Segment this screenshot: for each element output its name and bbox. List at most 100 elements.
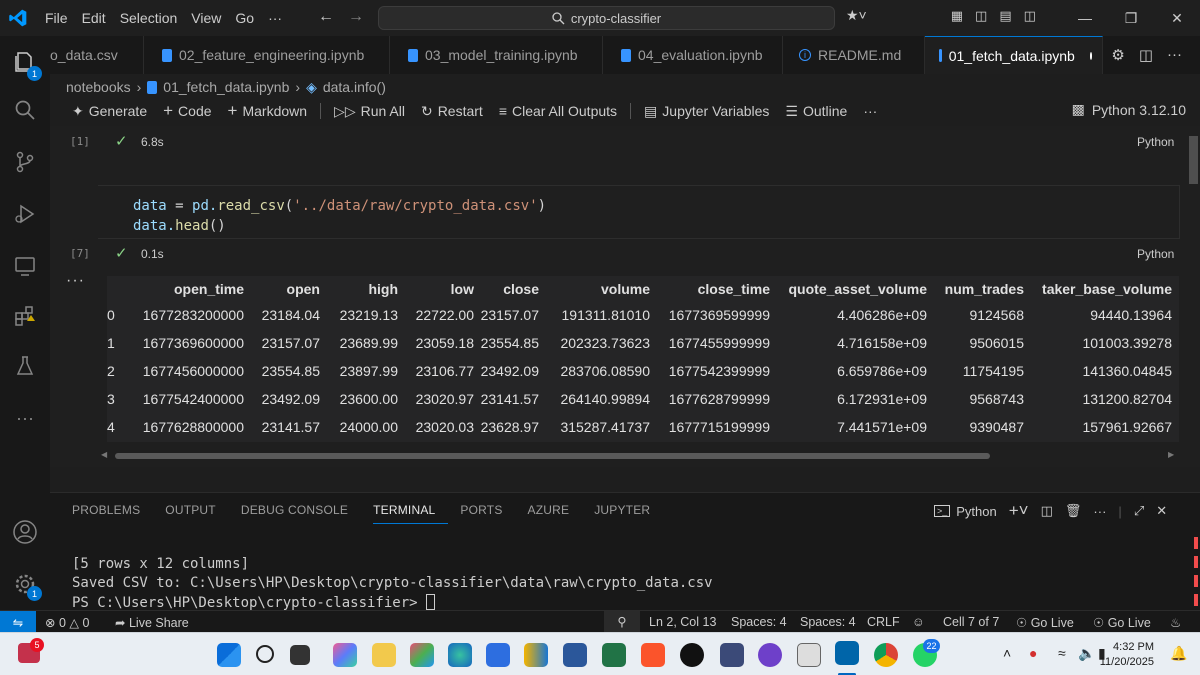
breadcrumb-folder[interactable]: notebooks	[66, 79, 131, 95]
cell-language[interactable]: Python	[1137, 247, 1174, 261]
breadcrumb-file[interactable]: 01_fetch_data.ipynb	[163, 79, 289, 95]
panel-tab-azure[interactable]: AZURE	[528, 503, 583, 524]
edge-browser-icon[interactable]	[448, 643, 472, 667]
toggle-secondary-sidebar-icon[interactable]: ◫	[1024, 8, 1036, 24]
vertical-scroll-thumb[interactable]	[1189, 136, 1198, 184]
jupyter-variables-button[interactable]: ▤ Jupyter Variables	[638, 103, 775, 120]
cell-position[interactable]: Cell 7 of 7	[943, 615, 999, 629]
search-view-icon[interactable]	[0, 90, 50, 130]
back-arrow-icon[interactable]: ←	[318, 8, 334, 26]
notifications-bell-icon[interactable]: ♨	[1170, 615, 1181, 630]
tab-crypto-data-csv[interactable]: o_data.csv	[50, 36, 144, 74]
cell-language[interactable]: Python	[1137, 135, 1174, 149]
system-clock[interactable]: 4:32 PM 11/20/2025	[1100, 640, 1154, 670]
indentation-status-2[interactable]: Spaces: 4	[800, 615, 856, 629]
app-icon[interactable]	[720, 643, 744, 667]
vscode-taskbar-icon[interactable]	[835, 641, 859, 665]
tray-chevron-icon[interactable]: ˄	[1003, 645, 1011, 661]
command-center-search[interactable]: crypto-classifier	[378, 6, 835, 30]
menu-view[interactable]: View	[184, 0, 228, 36]
toolbar-more-button[interactable]: ···	[857, 103, 883, 119]
file-explorer-icon[interactable]	[372, 643, 396, 667]
copilot-status-icon[interactable]: ☺	[912, 615, 925, 629]
panel-tab-problems[interactable]: PROBLEMS	[72, 503, 153, 524]
panel-more-icon[interactable]: ···	[1093, 504, 1106, 519]
github-icon[interactable]	[758, 643, 782, 667]
outline-button[interactable]: ☰ Outline	[779, 103, 853, 120]
problems-status[interactable]: ⊗ 0 △ 0	[45, 615, 89, 630]
code-line-2[interactable]: data.head()	[133, 218, 226, 234]
notification-bell-icon[interactable]: 🔔	[1170, 645, 1187, 662]
tab-model-training[interactable]: 03_model_training.ipynb	[390, 36, 603, 74]
notepad-icon[interactable]	[797, 643, 821, 667]
menu-file[interactable]: File	[38, 0, 75, 36]
restart-button[interactable]: ↻ Restart	[415, 103, 489, 120]
copilot-app-icon[interactable]	[333, 643, 357, 667]
restore-icon[interactable]: ❐	[1108, 0, 1154, 36]
menu-more[interactable]: ···	[261, 0, 289, 36]
terminal-name[interactable]: Python	[956, 504, 996, 519]
more-views-icon[interactable]: ···	[0, 398, 50, 438]
tab-feature-engineering[interactable]: 02_feature_engineering.ipynb	[144, 36, 390, 74]
customize-layout-icon[interactable]: ▦	[951, 8, 963, 24]
remote-explorer-icon[interactable]	[0, 246, 50, 286]
tab-readme[interactable]: i README.md	[783, 36, 925, 74]
close-icon[interactable]: ✕	[1154, 0, 1200, 36]
menu-selection[interactable]: Selection	[113, 0, 185, 36]
wifi-icon[interactable]: ≈	[1058, 645, 1066, 661]
brave-browser-icon[interactable]	[641, 643, 665, 667]
split-editor-icon[interactable]: ◫	[1139, 46, 1153, 64]
go-live-button-2[interactable]: ☉ Go Live	[1093, 615, 1151, 630]
run-debug-icon[interactable]	[0, 194, 50, 234]
explorer-icon[interactable]: 1	[0, 42, 50, 82]
live-share-button[interactable]: ➦ Live Share	[115, 615, 189, 630]
terminal-prompt[interactable]: PS C:\Users\HP\Desktop\crypto-classifier…	[72, 594, 436, 611]
remote-indicator-icon[interactable]: ⇋	[0, 611, 36, 633]
accounts-icon[interactable]	[0, 512, 50, 552]
forward-arrow-icon[interactable]: →	[348, 8, 364, 26]
task-view-icon[interactable]	[290, 645, 310, 665]
github-desktop-icon[interactable]	[680, 643, 704, 667]
menu-edit[interactable]: Edit	[75, 0, 113, 36]
tray-app-icon[interactable]: ●	[1029, 645, 1037, 661]
cursor-position[interactable]: Ln 2, Col 13	[649, 615, 716, 629]
microsoft-store-icon[interactable]	[486, 643, 510, 667]
toggle-sidebar-icon[interactable]: ◫	[975, 8, 987, 24]
go-live-button[interactable]: ☉ Go Live	[1016, 615, 1074, 630]
panel-tab-jupyter[interactable]: JUPYTER	[594, 503, 663, 524]
extensions-icon[interactable]	[0, 296, 50, 336]
minimize-icon[interactable]: —	[1062, 0, 1108, 36]
manage-gear-icon[interactable]: 1	[0, 564, 50, 604]
source-control-icon[interactable]	[0, 142, 50, 182]
power-bi-icon[interactable]	[524, 643, 548, 667]
tab-fetch-data[interactable]: 01_fetch_data.ipynb	[925, 36, 1103, 74]
line-ending[interactable]: CRLF	[867, 615, 900, 629]
taskbar-search-icon[interactable]	[256, 645, 274, 663]
zoom-icon[interactable]: ⚲	[604, 611, 640, 632]
new-terminal-plus-icon[interactable]: +˅	[1009, 501, 1029, 521]
maximize-panel-icon[interactable]: ⤢	[1134, 503, 1144, 519]
kill-terminal-trash-icon[interactable]: 🗑	[1065, 503, 1082, 519]
chrome-icon[interactable]	[874, 643, 898, 667]
clear-outputs-button[interactable]: ≡ Clear All Outputs	[493, 103, 623, 119]
windows-start-icon[interactable]	[217, 643, 241, 667]
copilot-icon[interactable]: ★˅	[846, 7, 867, 24]
panel-tab-debug-console[interactable]: DEBUG CONSOLE	[241, 503, 361, 524]
scroll-right-icon[interactable]: ▶	[1168, 450, 1174, 459]
scroll-left-icon[interactable]: ◀	[101, 450, 107, 459]
generate-button[interactable]: ✦ Generate	[66, 103, 153, 120]
horizontal-scroll-thumb[interactable]	[115, 453, 990, 459]
add-code-button[interactable]: + Code	[157, 101, 217, 121]
unsaved-dot-icon[interactable]	[1089, 51, 1092, 60]
notebook-settings-gear-icon[interactable]: ⚙	[1111, 46, 1124, 64]
add-markdown-button[interactable]: + Markdown	[222, 101, 314, 121]
more-actions-icon[interactable]: ···	[1167, 46, 1182, 64]
kernel-picker[interactable]: ▩ Python 3.12.10	[1072, 101, 1186, 118]
output-more-actions[interactable]: ···	[66, 272, 85, 290]
panel-tab-terminal[interactable]: TERMINAL	[373, 503, 449, 524]
code-line-1[interactable]: data = pd.read_csv('../data/raw/crypto_d…	[133, 198, 546, 214]
excel-icon[interactable]	[602, 643, 626, 667]
breadcrumb-cell[interactable]: data.info()	[323, 79, 386, 95]
volume-icon[interactable]: 🔈	[1078, 645, 1095, 662]
panel-tab-output[interactable]: OUTPUT	[165, 503, 229, 524]
